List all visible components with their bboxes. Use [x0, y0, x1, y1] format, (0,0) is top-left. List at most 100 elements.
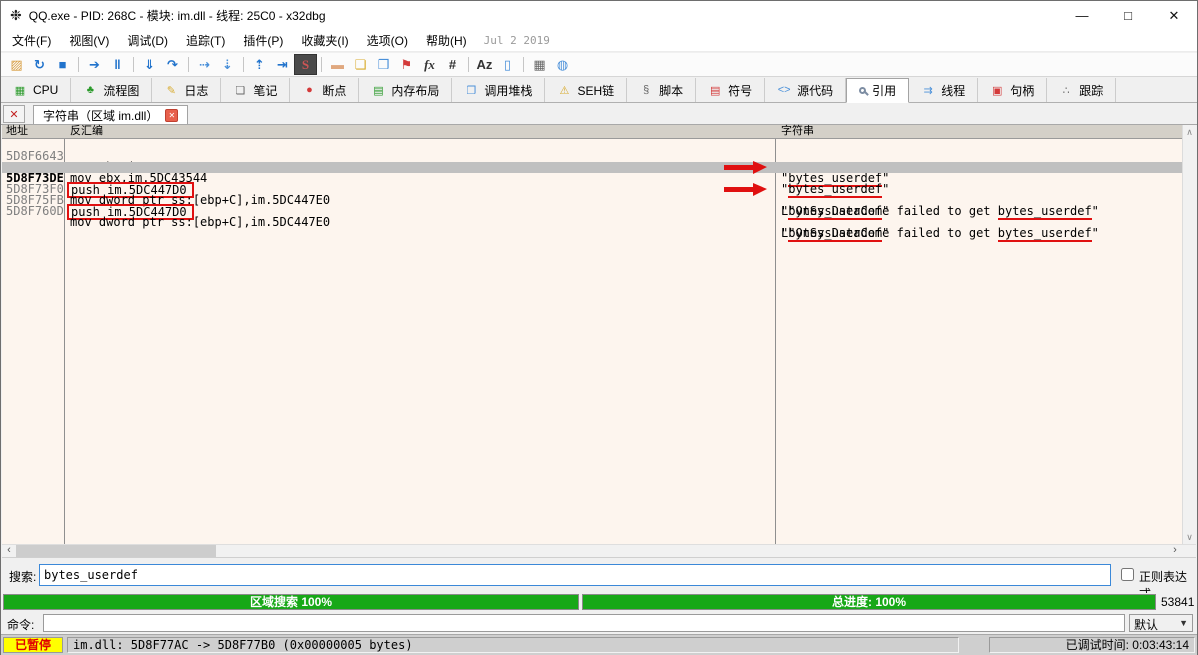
vertical-scrollbar[interactable]: ∧ ∨	[1182, 125, 1196, 544]
tab-threads[interactable]: ⇉线程	[909, 78, 978, 102]
tab-references[interactable]: 引用	[846, 78, 909, 103]
patch-icon[interactable]: ▬	[326, 54, 349, 75]
scroll-right-icon[interactable]: ›	[1168, 545, 1182, 557]
search-icon	[859, 87, 866, 94]
tab-memory-map[interactable]: ▤ 内存布局	[359, 78, 452, 102]
horizontal-scrollbar[interactable]: ‹ ›	[2, 544, 1196, 558]
close-icon[interactable]: ✕	[165, 109, 178, 122]
region-search-progress-bar: 区域搜索 100%	[3, 594, 579, 610]
tab-symbols[interactable]: ▤符号	[696, 78, 765, 102]
execute-till-return-icon[interactable]: ⇡	[248, 54, 271, 75]
source-icon: <>	[777, 84, 791, 96]
tab-log[interactable]: ✎日志	[152, 78, 221, 102]
label-icon[interactable]: ❒	[372, 54, 395, 75]
tab-label: 跟踪	[1079, 82, 1103, 99]
highlighted-match: bytes_userdef	[998, 204, 1092, 220]
toolbar-separator	[133, 57, 134, 72]
table-header: 地址 反汇编 字符串	[2, 125, 1182, 139]
tab-label: 内存布局	[391, 82, 439, 99]
tab-graph[interactable]: ♣流程图	[71, 78, 152, 102]
run-icon[interactable]: ➔	[83, 54, 106, 75]
menu-debug[interactable]: 调试(D)	[118, 30, 177, 51]
scroll-left-icon[interactable]: ‹	[2, 545, 16, 557]
hash-icon[interactable]: #	[441, 54, 464, 75]
menu-plugins[interactable]: 插件(P)	[234, 30, 292, 51]
graph-icon: ♣	[83, 84, 97, 96]
tab-label: 日志	[184, 82, 208, 99]
cpu-icon: ▦	[13, 84, 27, 97]
pause-icon[interactable]: ‖	[106, 54, 129, 75]
tab-label: 笔记	[253, 82, 277, 99]
menu-options[interactable]: 选项(O)	[358, 30, 417, 51]
status-bar: 已暂停 im.dll: 5D8F77AC -> 5D8F77B0 (0x0000…	[1, 634, 1197, 655]
profile-label: 默认	[1134, 618, 1158, 632]
tab-cpu[interactable]: ▦CPU	[1, 78, 71, 102]
menu-view[interactable]: 视图(V)	[60, 30, 118, 51]
command-input[interactable]	[43, 614, 1125, 632]
string-cell: L"OnSysDataCome failed to get bytes_user…	[781, 228, 1099, 239]
search-input[interactable]	[39, 564, 1111, 586]
chevron-down-icon: ▼	[1179, 618, 1188, 628]
menu-trace[interactable]: 追踪(T)	[177, 30, 234, 51]
string-search-icon[interactable]: Az	[473, 54, 496, 75]
tab-breakpoints[interactable]: ●断点	[290, 78, 359, 102]
close-all-references-button[interactable]: ✕	[3, 105, 25, 123]
tab-notes[interactable]: ❏ 笔记	[221, 78, 290, 102]
app-bug-icon: ❉	[10, 7, 22, 24]
step-into-icon[interactable]: ⇓	[138, 54, 161, 75]
tab-script[interactable]: §脚本	[627, 78, 696, 102]
table-row-selected[interactable]: 5D8F73DE push im.5DC447D0 "bytes_userdef…	[2, 162, 1182, 173]
close-button[interactable]: ✕	[1151, 1, 1197, 30]
regex-checkbox[interactable]	[1121, 568, 1134, 581]
stepping-mode-icon[interactable]: S	[294, 54, 317, 75]
tab-trace[interactable]: ∴跟踪	[1047, 78, 1116, 102]
menu-file[interactable]: 文件(F)	[3, 30, 60, 51]
function-icon[interactable]: fx	[418, 54, 441, 75]
open-file-icon[interactable]: ▨	[5, 54, 28, 75]
run-to-user-code-icon[interactable]: ⇥	[271, 54, 294, 75]
maximize-button[interactable]: □	[1105, 1, 1151, 30]
search-label: 搜索:	[9, 568, 36, 585]
highlighted-match: bytes_userdef	[998, 226, 1092, 242]
memory-map-icon: ▤	[371, 84, 385, 97]
animate-into-icon[interactable]: ⇢	[193, 54, 216, 75]
tab-seh[interactable]: ⚠SEH链	[545, 78, 627, 102]
table-row[interactable]: 5D8F6A36 mov ebx,im.5DC43544 "bytes_user…	[2, 151, 1182, 162]
restart-icon[interactable]: ↻	[28, 54, 51, 75]
globe-icon[interactable]: ◍	[551, 54, 574, 75]
result-count: 53841	[1161, 595, 1194, 609]
tab-source[interactable]: <>源代码	[765, 78, 846, 102]
scroll-down-icon[interactable]: ∨	[1183, 530, 1196, 544]
menu-favourites[interactable]: 收藏夹(I)	[292, 30, 357, 51]
tab-call-stack[interactable]: ❐调用堆栈	[452, 78, 545, 102]
symbols-icon: ▤	[708, 84, 722, 97]
tab-label: 句柄	[1010, 82, 1034, 99]
disassembly-cell: mov dword ptr ss:[ebp+C],im.5DC447E0	[70, 217, 330, 228]
bookmark-icon[interactable]: ⚑	[395, 54, 418, 75]
scrollbar-thumb[interactable]	[16, 545, 216, 557]
tab-label: 断点	[322, 82, 346, 99]
table-row[interactable]: 5D8F6643 mov ebx,im.5DC43544 "bytes_user…	[2, 140, 1182, 151]
minimize-button[interactable]: —	[1059, 1, 1105, 30]
table-row[interactable]: 5D8F73F0 mov dword ptr ss:[ebp+C],im.5DC…	[2, 173, 1182, 184]
notes-icon: ❏	[233, 84, 247, 97]
table-row[interactable]: 5D8F75FB push im.5DC447D0 "bytes_userdef…	[2, 184, 1182, 195]
tab-handles[interactable]: ▣句柄	[978, 78, 1047, 102]
subtab-strings-im-dll[interactable]: 字符串（区域 im.dll） ✕	[33, 105, 188, 124]
stop-icon[interactable]: ■	[51, 54, 74, 75]
step-over-icon[interactable]: ↷	[161, 54, 184, 75]
phone-icon[interactable]: ▯	[496, 54, 519, 75]
command-profile-dropdown[interactable]: 默认 ▼	[1129, 614, 1193, 632]
calculator-icon[interactable]: ▦	[528, 54, 551, 75]
animate-over-icon[interactable]: ⇣	[216, 54, 239, 75]
tab-label: 线程	[941, 82, 965, 99]
build-date: Jul 2 2019	[484, 34, 550, 47]
toolbar-separator	[468, 57, 469, 72]
table-row[interactable]: 5D8F760D mov dword ptr ss:[ebp+C],im.5DC…	[2, 195, 1182, 206]
toolbar-separator	[523, 57, 524, 72]
scroll-up-icon[interactable]: ∧	[1183, 125, 1196, 139]
menu-help[interactable]: 帮助(H)	[417, 30, 476, 51]
comment-icon[interactable]: ❏	[349, 54, 372, 75]
progress-row: 区域搜索 100% 总进度: 100% 53841	[1, 593, 1197, 612]
command-row: 命令: 默认 ▼	[1, 612, 1197, 634]
